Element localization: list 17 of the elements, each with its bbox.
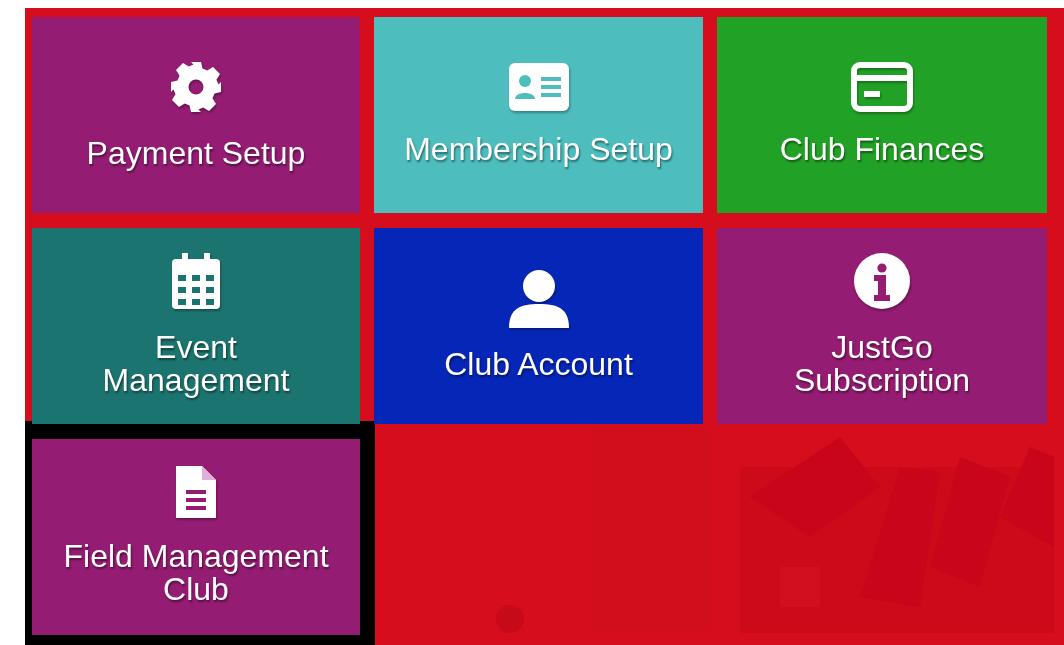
menu-tile[interactable]: Event Management xyxy=(32,228,360,424)
tile-label: JustGo Subscription xyxy=(793,331,971,397)
menu-tile[interactable]: JustGo Subscription xyxy=(717,228,1047,424)
tile-label: Event Management xyxy=(102,331,290,397)
menu-tile[interactable]: Field Management Club xyxy=(32,439,360,635)
tile-label: Club Account xyxy=(444,347,633,381)
id-card-icon xyxy=(506,60,571,113)
menu-tile[interactable]: Club Account xyxy=(374,228,703,424)
tile-label: Payment Setup xyxy=(86,136,306,170)
menu-tile[interactable]: Payment Setup xyxy=(32,17,360,213)
credit-card-icon xyxy=(850,60,914,113)
tile-label: Field Management Club xyxy=(63,540,329,606)
document-icon xyxy=(174,464,218,520)
user-icon xyxy=(506,267,571,328)
tile-label: Membership Setup xyxy=(404,132,673,166)
tile-label: Club Finances xyxy=(779,132,985,166)
info-icon xyxy=(852,251,912,311)
